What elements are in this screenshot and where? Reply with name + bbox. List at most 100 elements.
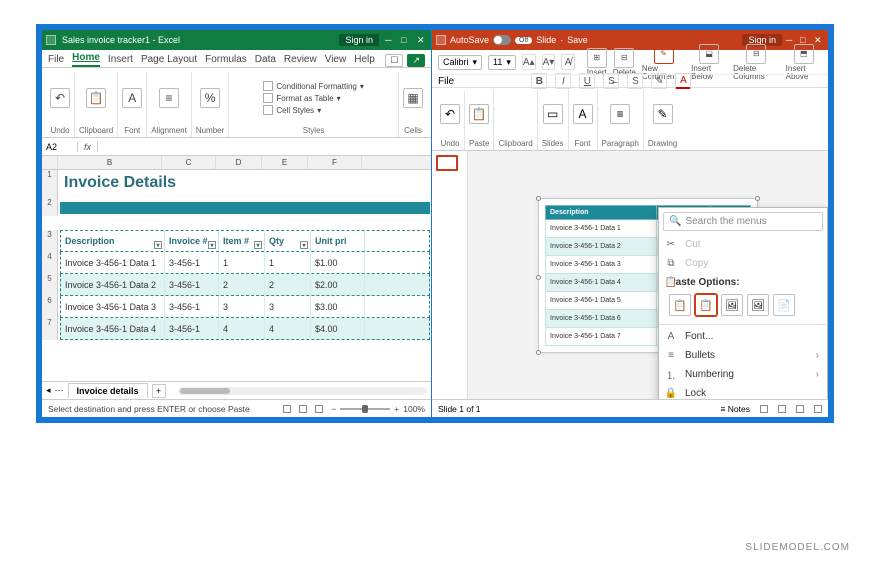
row-header-5[interactable]: 5 (42, 274, 58, 296)
teal-header-bar (60, 202, 430, 214)
paste-option-embed[interactable]: 🖼 (721, 294, 743, 316)
paste-option-keep-source[interactable]: 📋 (695, 294, 717, 316)
view-pagebreak-icon[interactable] (315, 405, 323, 413)
col-header-b[interactable]: B (58, 156, 162, 169)
autosave-toggle[interactable] (493, 35, 511, 45)
ppt-view-reading-icon[interactable] (796, 405, 804, 413)
paste-option-text-only[interactable]: 📄 (773, 294, 795, 316)
cells-icon[interactable]: ▦ (403, 88, 423, 108)
col-header-e[interactable]: E (262, 156, 308, 169)
tab-pagelayout[interactable]: Page Layout (141, 52, 197, 67)
bold-icon[interactable]: B (531, 73, 547, 89)
fontcolor-icon[interactable]: A (675, 73, 691, 89)
col-header-f[interactable]: F (308, 156, 362, 169)
clipboard-icon[interactable]: 📋 (86, 88, 106, 108)
sheet-tab-invoice[interactable]: Invoice details (68, 383, 148, 398)
col-header-c[interactable]: C (162, 156, 216, 169)
number-icon[interactable]: % (200, 88, 220, 108)
ppt-view-normal-icon[interactable] (760, 405, 768, 413)
row-header-2[interactable]: 2 (42, 198, 58, 216)
font-icon[interactable]: A (122, 88, 142, 108)
ctx-font[interactable]: AFont... (659, 327, 827, 346)
slides-icon[interactable]: ▭ (543, 104, 563, 124)
decrease-font-icon[interactable]: A▾ (542, 54, 556, 70)
row-header-6[interactable]: 6 (42, 296, 58, 318)
undo-icon[interactable]: ↶ (50, 88, 70, 108)
row-header-4[interactable]: 4 (42, 252, 58, 274)
alignment-icon[interactable]: ≡ (159, 88, 179, 108)
tab-view[interactable]: View (325, 52, 347, 67)
view-pagelayout-icon[interactable] (299, 405, 307, 413)
sheet-nav-prev-icon[interactable]: ◂ (46, 385, 51, 396)
share-button[interactable]: ↗ (407, 54, 425, 67)
ppt-view-sorter-icon[interactable] (778, 405, 786, 413)
paste-option-dest-theme[interactable]: 📋 (669, 294, 691, 316)
context-search-input[interactable]: 🔍 Search the menus (663, 212, 823, 231)
comments-button[interactable]: ☐ (385, 54, 403, 67)
row-header-7[interactable]: 7 (42, 318, 58, 340)
filter-item-icon[interactable]: ▾ (254, 241, 262, 249)
italic-icon[interactable]: I (555, 73, 571, 89)
paste-option-picture[interactable]: 🖼 (747, 294, 769, 316)
table-row[interactable]: Invoice 3-456-1 Data 23-456-122$2.00 (60, 274, 430, 296)
shadow-icon[interactable]: S (627, 73, 643, 89)
filter-inv-icon[interactable]: ▾ (208, 241, 216, 249)
window-close-icon[interactable]: ✕ (417, 35, 427, 45)
col-header-d[interactable]: D (216, 156, 262, 169)
notes-button[interactable]: ≡ Notes (720, 404, 750, 414)
search-icon: 🔍 (669, 216, 681, 227)
paste-icon[interactable]: 📋 (469, 104, 489, 124)
format-as-table[interactable]: Format as Table ▾ (263, 93, 364, 103)
slide-thumbnail-pane[interactable] (432, 151, 468, 399)
strike-icon[interactable]: S̶ (603, 73, 619, 89)
select-all-corner[interactable] (42, 156, 58, 169)
tab-file[interactable]: File (48, 52, 64, 67)
ppt-save[interactable]: Save (567, 35, 588, 45)
sheet-nav-ellipsis[interactable]: ⋯ (55, 385, 64, 396)
tab-insert[interactable]: Insert (108, 52, 133, 67)
lock-icon: 🔒 (665, 388, 677, 400)
tab-help[interactable]: Help (354, 52, 375, 67)
view-normal-icon[interactable] (283, 405, 291, 413)
formula-bar: A2 fx (42, 138, 431, 156)
table-row[interactable]: Invoice 3-456-1 Data 33-456-133$3.00 (60, 296, 430, 318)
horizontal-scrollbar[interactable] (178, 387, 427, 395)
window-minimize-icon[interactable]: ─ (385, 35, 395, 45)
filter-desc-icon[interactable]: ▾ (154, 241, 162, 249)
ppt-undo-icon[interactable]: ↶ (440, 104, 460, 124)
clear-format-icon[interactable]: A̸ (561, 54, 574, 70)
drawing-icon[interactable]: ✎ (653, 104, 673, 124)
zoom-slider[interactable] (340, 408, 390, 410)
window-maximize-icon[interactable]: □ (401, 35, 411, 45)
row-header-1[interactable]: 1 (42, 170, 58, 198)
highlight-icon[interactable]: ✎ (651, 73, 667, 89)
conditional-formatting[interactable]: Conditional Formatting ▾ (263, 81, 364, 91)
slide-thumbnail-1[interactable] (436, 155, 458, 171)
add-sheet-button[interactable]: + (152, 384, 166, 398)
ppt-view-slideshow-icon[interactable] (814, 405, 822, 413)
ctx-numbering[interactable]: ⒈Numbering› (659, 365, 827, 384)
filter-qty-icon[interactable]: ▾ (300, 241, 308, 249)
font-size-selector[interactable]: 11▾ (488, 55, 516, 70)
ctx-bullets[interactable]: ≡Bullets› (659, 346, 827, 365)
table-row[interactable]: Invoice 3-456-1 Data 13-456-111$1.00 (60, 252, 430, 274)
row-header-3[interactable]: 3 (42, 230, 58, 252)
tab-data[interactable]: Data (255, 52, 276, 67)
font-selector[interactable]: Calibri▾ (438, 55, 482, 70)
paragraph-icon[interactable]: ≡ (610, 104, 630, 124)
ctx-lock[interactable]: 🔒Lock (659, 384, 827, 399)
zoom-value[interactable]: 100% (403, 404, 425, 414)
tab-home[interactable]: Home (72, 50, 100, 67)
excel-signin[interactable]: Sign in (339, 34, 379, 46)
underline-icon[interactable]: U (579, 73, 595, 89)
ppt-tab-file[interactable]: File (438, 76, 454, 87)
cell-styles[interactable]: Cell Styles ▾ (263, 105, 364, 115)
tab-formulas[interactable]: Formulas (205, 52, 247, 67)
table-row[interactable]: Invoice 3-456-1 Data 43-456-144$4.00 (60, 318, 430, 340)
ppt-font-icon[interactable]: A (573, 104, 593, 124)
increase-font-icon[interactable]: A▴ (522, 54, 536, 70)
name-box[interactable]: A2 (42, 142, 78, 152)
tab-review[interactable]: Review (284, 52, 317, 67)
excel-titlebar: Sales invoice tracker1 - Excel Sign in ─… (42, 30, 431, 50)
fx-icon[interactable]: fx (78, 142, 98, 152)
